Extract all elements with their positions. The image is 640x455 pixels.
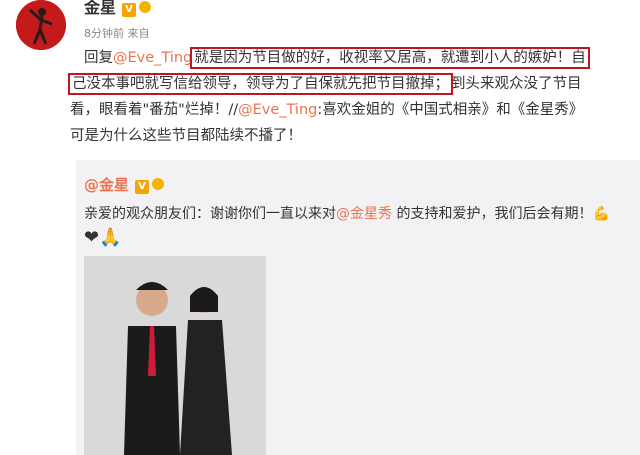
verified-icon: V bbox=[122, 3, 137, 17]
highlighted-text: 就是因为节目做的好，收视率又居高，就遭到小人的嫉妒！自 bbox=[190, 47, 590, 69]
repost-text-pre: 亲爱的观众朋友们：谢谢你们一直以来对 bbox=[84, 206, 336, 222]
highlighted-text: 己没本事吧就写信给领导，领导为了自保就先把节目撤掉； bbox=[68, 73, 453, 95]
repost-author[interactable]: @金星 V bbox=[84, 174, 165, 195]
post-text: 到头来观众没了节目 bbox=[451, 76, 582, 92]
mention-link[interactable]: @金星秀 bbox=[336, 206, 392, 222]
medal-icon bbox=[139, 1, 152, 13]
post-text: :喜欢金姐的《中国式相亲》和《金星秀》 bbox=[317, 102, 584, 118]
avatar-dancer-icon bbox=[16, 0, 66, 50]
photo-illustration bbox=[84, 256, 266, 455]
muscle-emoji: 💪 bbox=[592, 206, 610, 222]
post-meta: 8分钟前 来自 bbox=[84, 27, 150, 40]
avatar[interactable] bbox=[16, 0, 66, 50]
post-author[interactable]: 金星 V bbox=[84, 0, 152, 18]
post-text: 看，眼看着"番茄"烂掉！// bbox=[70, 102, 239, 118]
post-line-1: 回复@Eve_Ting 就是因为节目做的好，收视率又居高，就遭到小人的嫉妒！自 bbox=[84, 46, 590, 70]
repost-text-post: 的支持和爱护，我们后会有期！ bbox=[392, 206, 593, 222]
mention-link[interactable]: @Eve_Ting bbox=[238, 102, 317, 118]
medal-icon bbox=[152, 178, 165, 190]
repost-text: 亲爱的观众朋友们：谢谢你们一直以来对@金星秀 的支持和爱护，我们后会有期！💪 bbox=[84, 203, 610, 223]
repost-card[interactable]: @金星 V 亲爱的观众朋友们：谢谢你们一直以来对@金星秀 的支持和爱护，我们后会有… bbox=[76, 160, 640, 455]
author-name[interactable]: 金星 bbox=[84, 0, 116, 17]
emoji-row: ❤🙏 bbox=[84, 227, 122, 248]
mention-link[interactable]: @Eve_Ting bbox=[113, 50, 192, 66]
repost-author-name[interactable]: @金星 bbox=[84, 176, 129, 194]
verified-icon: V bbox=[135, 180, 150, 194]
post-line-2: 己没本事吧就写信给领导，领导为了自保就先把节目撤掉； 到头来观众没了节目 bbox=[68, 72, 582, 96]
post-line-4: 可是为什么这些节目都陆续不播了！ bbox=[70, 128, 302, 144]
post-line-3: 看，眼看着"番茄"烂掉！//@Eve_Ting:喜欢金姐的《中国式相亲》和《金星… bbox=[70, 98, 583, 122]
heart-pray-emoji: ❤🙏 bbox=[84, 227, 122, 248]
reply-label: 回复 bbox=[84, 50, 113, 66]
repost-image[interactable] bbox=[84, 256, 266, 455]
